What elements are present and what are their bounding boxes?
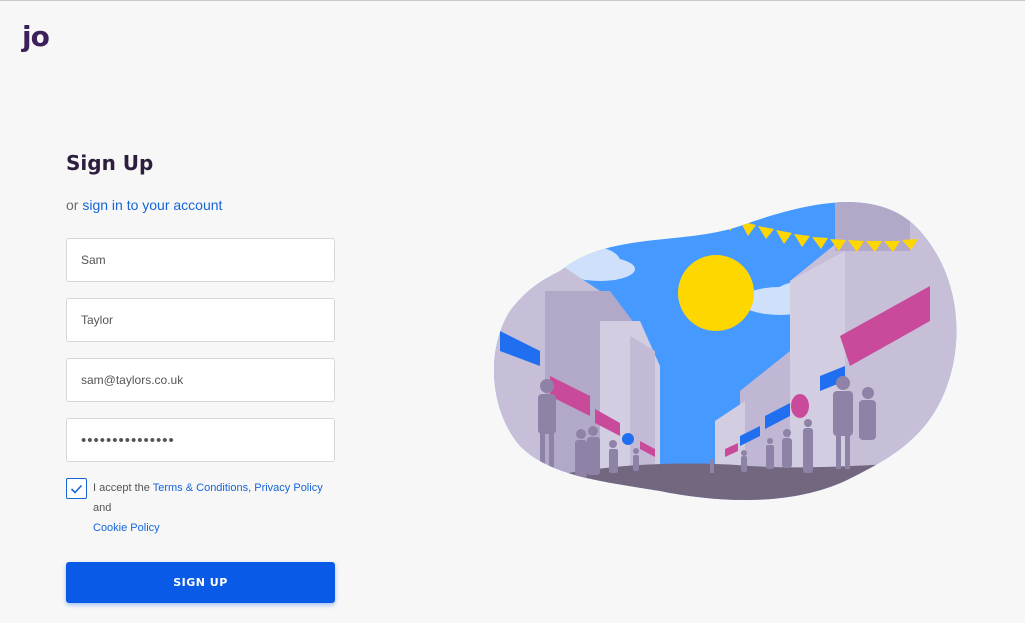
signup-button[interactable]: SIGN UP	[66, 562, 335, 603]
signin-prompt: or sign in to your account	[66, 197, 336, 213]
terms-prefix: I accept the	[93, 482, 150, 494]
cookie-link[interactable]: Cookie Policy	[93, 522, 160, 534]
terms-and: and	[93, 502, 112, 514]
signin-link[interactable]: sign in to your account	[82, 197, 222, 213]
terms-checkbox[interactable]	[66, 478, 87, 499]
first-name-field[interactable]	[66, 238, 335, 282]
privacy-link[interactable]: Privacy Policy	[254, 482, 322, 494]
brand-logo[interactable]: jo	[22, 20, 50, 53]
email-field[interactable]	[66, 358, 335, 402]
signup-page: jo Sign Up or sign in to your account I …	[0, 0, 1025, 623]
signin-prefix: or	[66, 197, 79, 213]
terms-link[interactable]: Terms & Conditions,	[153, 482, 251, 494]
page-title: Sign Up	[66, 151, 154, 175]
terms-row: I accept the Terms & Conditions, Privacy…	[66, 478, 336, 538]
checkmark-icon	[70, 484, 83, 494]
logo-text: jo	[22, 20, 50, 53]
street-scene-illustration	[493, 202, 957, 501]
terms-text: I accept the Terms & Conditions, Privacy…	[93, 478, 336, 538]
signup-form: Sign Up or sign in to your account I acc…	[66, 151, 336, 603]
password-field[interactable]	[66, 418, 335, 462]
last-name-field[interactable]	[66, 298, 335, 342]
